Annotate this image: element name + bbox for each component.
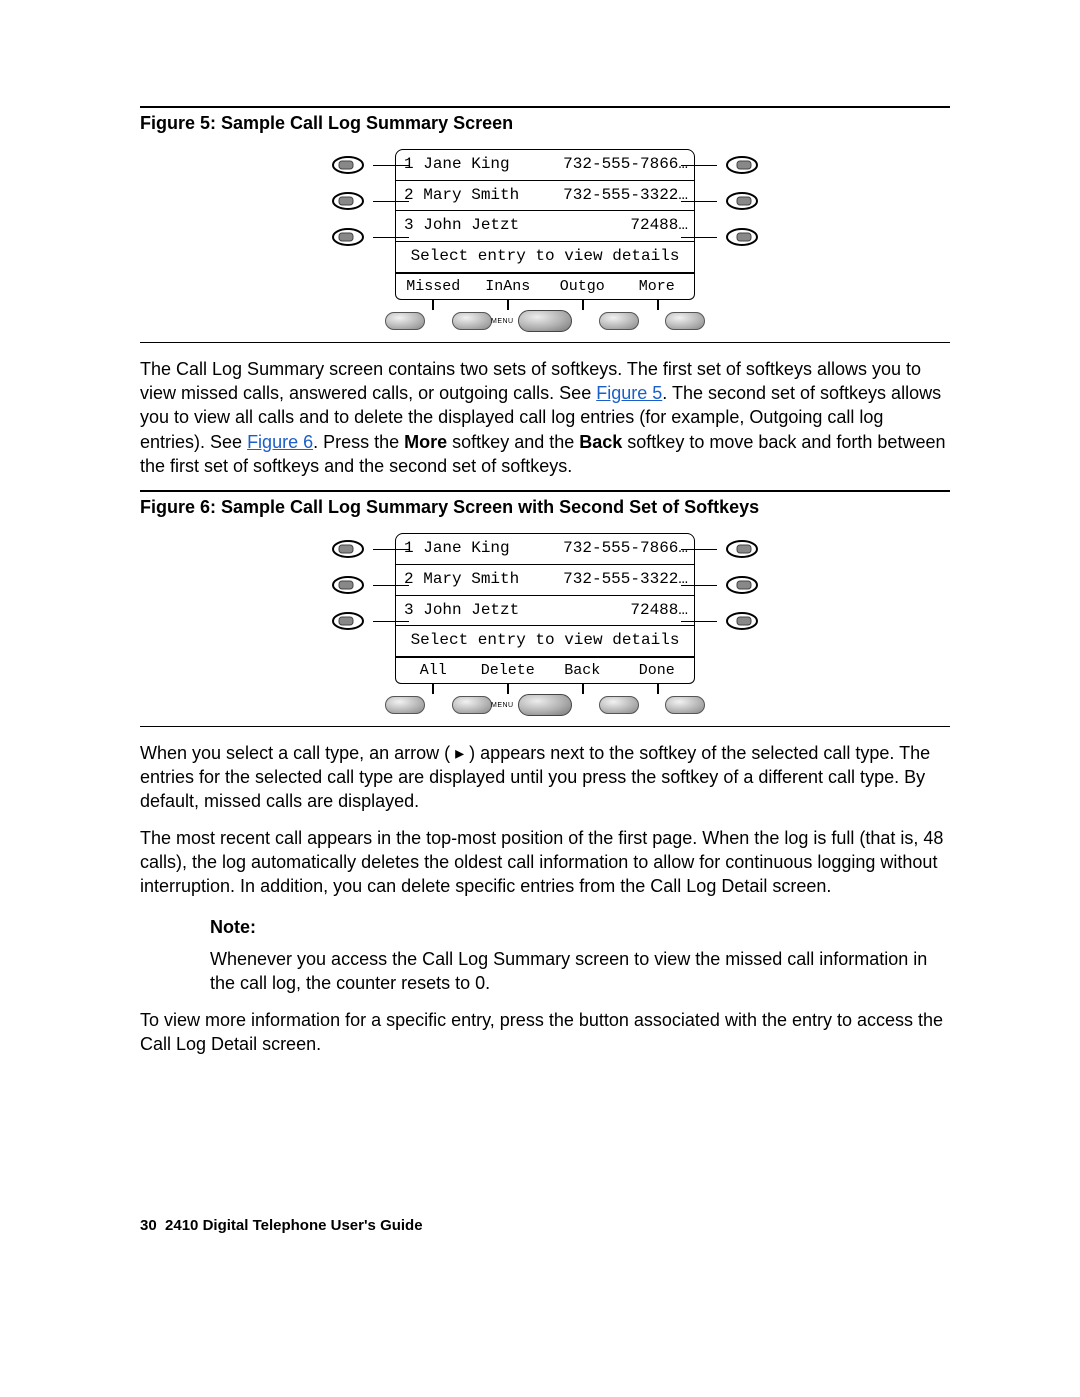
- line-button-right-2[interactable]: [681, 571, 759, 599]
- menu-button[interactable]: MENU: [518, 694, 572, 716]
- figure6-caption: Figure 6: Sample Call Log Summary Screen…: [140, 495, 950, 519]
- figure5-caption: Figure 5: Sample Call Log Summary Screen: [140, 111, 950, 135]
- note-label: Note:: [210, 915, 950, 939]
- right-line-buttons: [681, 535, 759, 635]
- page-footer: 30 2410 Digital Telephone User's Guide: [140, 1216, 950, 1236]
- paragraph-1: The Call Log Summary screen contains two…: [140, 357, 950, 478]
- softkey-missed[interactable]: Missed: [396, 274, 471, 299]
- link-figure6[interactable]: Figure 6: [247, 432, 313, 452]
- line-button-left-1[interactable]: [331, 535, 409, 563]
- log-entry-2: 2 Mary Smith 732-555-3322…: [396, 565, 694, 596]
- log-entry-3: 3 John Jetzt 72488…: [396, 211, 694, 242]
- rule: [140, 106, 950, 108]
- softkey-bar: All Delete Back Done: [395, 658, 695, 684]
- paragraph-2: When you select a call type, an arrow ( …: [140, 741, 950, 814]
- log-entry-1: 1 Jane King 732-555-7866…: [396, 150, 694, 181]
- rule: [140, 726, 950, 727]
- softkey-button-1[interactable]: [385, 312, 425, 330]
- softkey-button-4[interactable]: [665, 696, 705, 714]
- softkey-bar: Missed InAns Outgo More: [395, 274, 695, 300]
- softkey-outgo[interactable]: Outgo: [545, 274, 620, 299]
- paragraph-3: The most recent call appears in the top-…: [140, 826, 950, 899]
- phone-screen: 1 Jane King 732-555-7866… 2 Mary Smith 7…: [395, 149, 695, 273]
- softkey-button-1[interactable]: [385, 696, 425, 714]
- softkey-done[interactable]: Done: [620, 658, 695, 683]
- page-number: 30: [140, 1217, 157, 1234]
- log-entry-3: 3 John Jetzt 72488…: [396, 596, 694, 627]
- screen-hint: Select entry to view details: [396, 242, 694, 273]
- left-line-buttons: [331, 535, 409, 635]
- softkey-buttons: MENU: [385, 310, 705, 332]
- paragraph-4: To view more information for a specific …: [140, 1008, 950, 1057]
- line-button-right-3[interactable]: [681, 223, 759, 251]
- line-button-left-3[interactable]: [331, 223, 409, 251]
- softkey-button-4[interactable]: [665, 312, 705, 330]
- softkey-button-2[interactable]: [452, 696, 492, 714]
- softkey-more[interactable]: More: [620, 274, 695, 299]
- link-figure5[interactable]: Figure 5: [596, 383, 662, 403]
- screen-hint: Select entry to view details: [396, 626, 694, 657]
- softkey-buttons: MENU: [385, 694, 705, 716]
- rule: [140, 342, 950, 343]
- menu-label: MENU: [491, 701, 514, 710]
- softkey-button-3[interactable]: [599, 312, 639, 330]
- line-button-right-3[interactable]: [681, 607, 759, 635]
- line-button-right-2[interactable]: [681, 187, 759, 215]
- right-line-buttons: [681, 151, 759, 251]
- note-body: Whenever you access the Call Log Summary…: [210, 947, 950, 996]
- line-button-right-1[interactable]: [681, 535, 759, 563]
- phone-screen: 1 Jane King 732-555-7866… 2 Mary Smith 7…: [395, 533, 695, 657]
- softkey-delete[interactable]: Delete: [471, 658, 546, 683]
- line-button-left-2[interactable]: [331, 187, 409, 215]
- rule: [140, 490, 950, 492]
- figure6-diagram: 1 Jane King 732-555-7866… 2 Mary Smith 7…: [335, 533, 755, 715]
- left-line-buttons: [331, 151, 409, 251]
- line-button-left-1[interactable]: [331, 151, 409, 179]
- softkey-back[interactable]: Back: [545, 658, 620, 683]
- softkey-all[interactable]: All: [396, 658, 471, 683]
- line-button-left-3[interactable]: [331, 607, 409, 635]
- log-entry-1: 1 Jane King 732-555-7866…: [396, 534, 694, 565]
- softkey-button-3[interactable]: [599, 696, 639, 714]
- menu-button[interactable]: MENU: [518, 310, 572, 332]
- figure5-diagram: 1 Jane King 732-555-7866… 2 Mary Smith 7…: [335, 149, 755, 331]
- menu-label: MENU: [491, 317, 514, 326]
- doc-title: 2410 Digital Telephone User's Guide: [165, 1217, 423, 1234]
- softkey-inans[interactable]: InAns: [471, 274, 546, 299]
- log-entry-2: 2 Mary Smith 732-555-3322…: [396, 181, 694, 212]
- softkey-button-2[interactable]: [452, 312, 492, 330]
- line-button-left-2[interactable]: [331, 571, 409, 599]
- line-button-right-1[interactable]: [681, 151, 759, 179]
